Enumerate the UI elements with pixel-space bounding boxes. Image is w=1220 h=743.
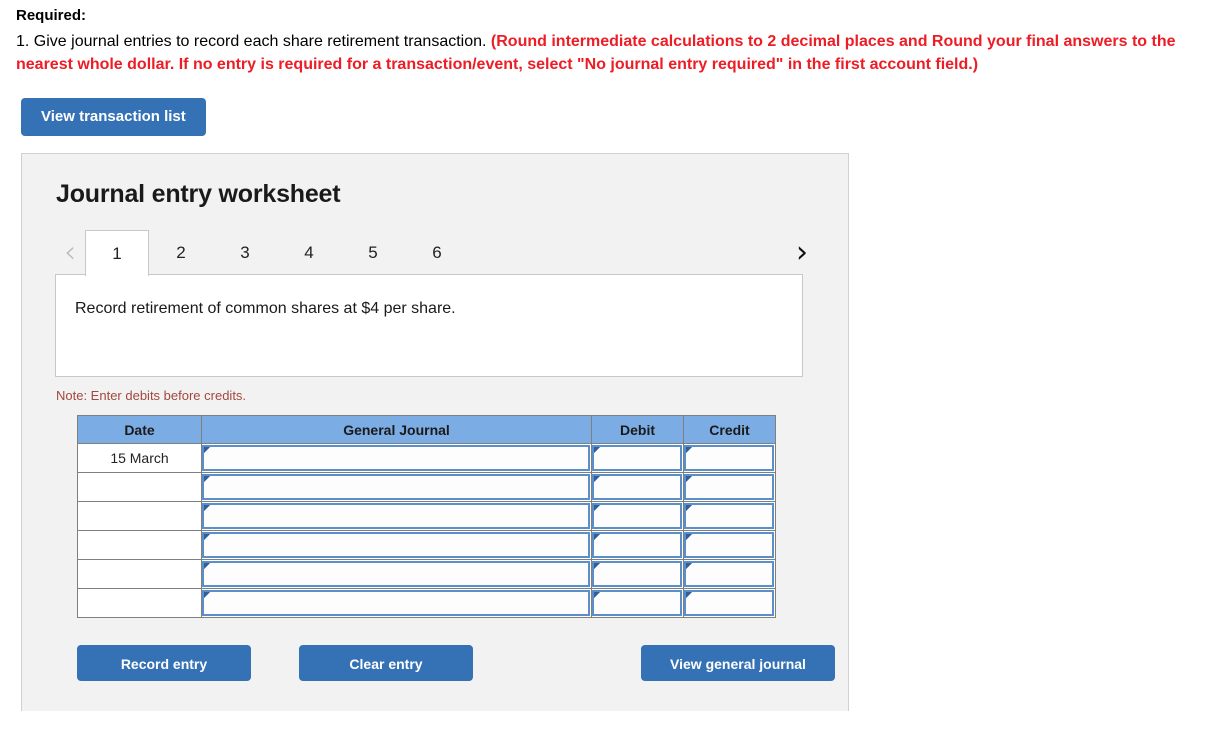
general-journal-cell[interactable] bbox=[201, 443, 592, 473]
general-journal-input[interactable] bbox=[202, 561, 590, 587]
general-journal-cell[interactable] bbox=[201, 472, 592, 502]
tab-strip: 1 2 3 4 5 6 bbox=[85, 230, 787, 276]
credit-cell[interactable] bbox=[683, 559, 776, 589]
journal-entry-worksheet-panel: Journal entry worksheet ‹ 1 2 3 4 5 6 › … bbox=[21, 153, 849, 711]
view-general-journal-button[interactable]: View general journal bbox=[641, 645, 835, 681]
debit-cell[interactable] bbox=[591, 559, 684, 589]
credit-input[interactable] bbox=[684, 474, 774, 500]
credit-input[interactable] bbox=[684, 445, 774, 471]
credit-cell[interactable] bbox=[683, 530, 776, 560]
tab-1[interactable]: 1 bbox=[85, 230, 149, 276]
required-section: Required: 1. Give journal entries to rec… bbox=[0, 0, 1220, 76]
worksheet-actions: Record entry Clear entry View general jo… bbox=[77, 645, 835, 681]
debit-input[interactable] bbox=[592, 503, 682, 529]
required-instruction: 1. Give journal entries to record each s… bbox=[16, 30, 1196, 76]
scenario-text: Record retirement of common shares at $4… bbox=[75, 300, 456, 317]
debit-cell[interactable] bbox=[591, 472, 684, 502]
date-cell bbox=[77, 588, 202, 618]
debit-cell[interactable] bbox=[591, 443, 684, 473]
general-journal-input[interactable] bbox=[202, 503, 590, 529]
record-entry-button[interactable]: Record entry bbox=[77, 645, 251, 681]
date-cell bbox=[77, 530, 202, 560]
column-header-credit: Credit bbox=[683, 415, 776, 444]
credit-cell[interactable] bbox=[683, 443, 776, 473]
date-cell bbox=[77, 559, 202, 589]
required-instruction-text: Give journal entries to record each shar… bbox=[33, 33, 487, 50]
credit-input[interactable] bbox=[684, 532, 774, 558]
debit-cell[interactable] bbox=[591, 588, 684, 618]
chevron-left-icon[interactable]: ‹ bbox=[55, 230, 85, 275]
debit-input[interactable] bbox=[592, 590, 682, 616]
credit-input[interactable] bbox=[684, 590, 774, 616]
general-journal-cell[interactable] bbox=[201, 530, 592, 560]
page-title: Journal entry worksheet bbox=[56, 180, 341, 208]
general-journal-input[interactable] bbox=[202, 445, 590, 471]
general-journal-cell[interactable] bbox=[201, 588, 592, 618]
general-journal-input[interactable] bbox=[202, 532, 590, 558]
table-row: 15 March bbox=[77, 443, 776, 473]
journal-entry-table: Date General Journal Debit Credit 15 Mar… bbox=[77, 415, 776, 618]
tab-4[interactable]: 4 bbox=[277, 230, 341, 275]
chevron-right-icon[interactable]: › bbox=[787, 230, 817, 275]
debit-input[interactable] bbox=[592, 474, 682, 500]
date-cell bbox=[77, 472, 202, 502]
table-row bbox=[77, 472, 776, 502]
tab-5[interactable]: 5 bbox=[341, 230, 405, 275]
general-journal-cell[interactable] bbox=[201, 501, 592, 531]
credit-input[interactable] bbox=[684, 503, 774, 529]
clear-entry-button[interactable]: Clear entry bbox=[299, 645, 473, 681]
top-toolbar: View transaction list bbox=[0, 76, 1220, 136]
column-header-general-journal: General Journal bbox=[201, 415, 592, 444]
worksheet-tab-bar: ‹ 1 2 3 4 5 6 › bbox=[55, 230, 817, 276]
column-header-date: Date bbox=[77, 415, 202, 444]
view-transaction-list-button[interactable]: View transaction list bbox=[21, 98, 206, 136]
date-cell: 15 March bbox=[77, 443, 202, 473]
debit-cell[interactable] bbox=[591, 501, 684, 531]
tab-6[interactable]: 6 bbox=[405, 230, 469, 275]
debits-before-credits-note: Note: Enter debits before credits. bbox=[56, 388, 247, 403]
tab-3[interactable]: 3 bbox=[213, 230, 277, 275]
general-journal-input[interactable] bbox=[202, 590, 590, 616]
general-journal-cell[interactable] bbox=[201, 559, 592, 589]
tab-2[interactable]: 2 bbox=[149, 230, 213, 275]
debit-input[interactable] bbox=[592, 532, 682, 558]
credit-cell[interactable] bbox=[683, 472, 776, 502]
credit-cell[interactable] bbox=[683, 501, 776, 531]
debit-input[interactable] bbox=[592, 445, 682, 471]
table-row bbox=[77, 501, 776, 531]
general-journal-input[interactable] bbox=[202, 474, 590, 500]
table-row bbox=[77, 530, 776, 560]
table-row bbox=[77, 588, 776, 618]
credit-cell[interactable] bbox=[683, 588, 776, 618]
column-header-debit: Debit bbox=[591, 415, 684, 444]
table-header-row: Date General Journal Debit Credit bbox=[77, 415, 776, 444]
scenario-box: Record retirement of common shares at $4… bbox=[55, 274, 803, 377]
debit-input[interactable] bbox=[592, 561, 682, 587]
date-cell bbox=[77, 501, 202, 531]
debit-cell[interactable] bbox=[591, 530, 684, 560]
required-item-number: 1. bbox=[16, 33, 30, 50]
required-label: Required: bbox=[16, 7, 87, 24]
credit-input[interactable] bbox=[684, 561, 774, 587]
table-row bbox=[77, 559, 776, 589]
